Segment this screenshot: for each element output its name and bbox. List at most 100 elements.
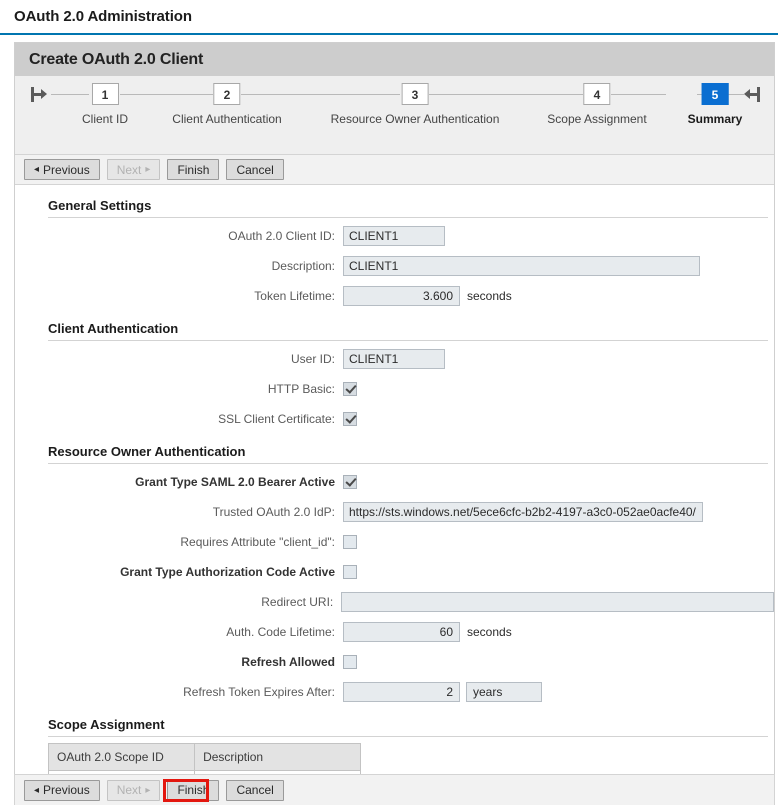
roadmap-step-5[interactable]: 5 Summary bbox=[688, 76, 743, 126]
app-header: OAuth 2.0 Administration bbox=[0, 0, 778, 35]
roadmap-step-3[interactable]: 3 Resource Owner Authentication bbox=[331, 76, 500, 126]
next-button-bottom-label: Next bbox=[117, 783, 142, 797]
user-id-label: User ID: bbox=[15, 352, 343, 366]
trusted-idp-field[interactable]: https://sts.windows.net/5ece6cfc-b2b2-41… bbox=[343, 502, 703, 522]
ssl-client-certificate-checkbox[interactable] bbox=[343, 412, 357, 426]
ssl-client-certificate-label: SSL Client Certificate: bbox=[15, 412, 343, 426]
roadmap-start-icon bbox=[31, 87, 47, 102]
cancel-button-top[interactable]: Cancel bbox=[226, 159, 283, 180]
roadmap-end-icon bbox=[744, 87, 760, 102]
row-requires-attribute: Requires Attribute "client_id": bbox=[15, 529, 774, 554]
summary-content: General Settings OAuth 2.0 Client ID: CL… bbox=[15, 185, 774, 798]
panel-header: Create OAuth 2.0 Client bbox=[15, 43, 774, 76]
section-title-client-auth: Client Authentication bbox=[15, 308, 774, 340]
auth-code-active-label: Grant Type Authorization Code Active bbox=[15, 565, 343, 579]
description-label: Description: bbox=[15, 259, 343, 273]
finish-button-top-label: Finish bbox=[177, 163, 209, 177]
redirect-uri-field[interactable] bbox=[341, 592, 774, 612]
refresh-allowed-checkbox[interactable] bbox=[343, 655, 357, 669]
token-lifetime-label: Token Lifetime: bbox=[15, 289, 343, 303]
finish-button-bottom[interactable]: Finish bbox=[167, 780, 219, 801]
auth-code-lifetime-label: Auth. Code Lifetime: bbox=[15, 625, 343, 639]
auth-code-lifetime-field[interactable]: 60 bbox=[343, 622, 460, 642]
row-client-id: OAuth 2.0 Client ID: CLIENT1 bbox=[15, 223, 774, 248]
previous-button-bottom-label: Previous bbox=[43, 783, 90, 797]
refresh-expires-label: Refresh Token Expires After: bbox=[15, 685, 343, 699]
row-token-lifetime: Token Lifetime: 3.600 seconds bbox=[15, 283, 774, 308]
panel-right-border bbox=[774, 47, 775, 805]
row-redirect-uri: Redirect URI: bbox=[15, 589, 774, 614]
saml-bearer-checkbox[interactable] bbox=[343, 475, 357, 489]
row-saml-bearer: Grant Type SAML 2.0 Bearer Active bbox=[15, 469, 774, 494]
http-basic-label: HTTP Basic: bbox=[15, 382, 343, 396]
saml-bearer-label: Grant Type SAML 2.0 Bearer Active bbox=[15, 475, 343, 489]
section-title-resource-owner: Resource Owner Authentication bbox=[15, 431, 774, 463]
roadmap-step-2[interactable]: 2 Client Authentication bbox=[172, 76, 281, 126]
cancel-button-bottom-label: Cancel bbox=[236, 783, 273, 797]
roadmap-step-2-label: Client Authentication bbox=[172, 112, 281, 126]
section-divider-client-auth bbox=[48, 340, 768, 341]
row-auth-code-lifetime: Auth. Code Lifetime: 60 seconds bbox=[15, 619, 774, 644]
client-id-field[interactable]: CLIENT1 bbox=[343, 226, 445, 246]
row-refresh-allowed: Refresh Allowed bbox=[15, 649, 774, 674]
refresh-expires-unit-field[interactable]: years bbox=[466, 682, 542, 702]
row-auth-code-active: Grant Type Authorization Code Active bbox=[15, 559, 774, 584]
chevron-right-icon: ▸ bbox=[145, 164, 150, 175]
finish-button-top[interactable]: Finish bbox=[167, 159, 219, 180]
finish-button-bottom-label: Finish bbox=[177, 783, 209, 797]
chevron-left-icon: ◂ bbox=[34, 164, 39, 175]
row-trusted-idp: Trusted OAuth 2.0 IdP: https://sts.windo… bbox=[15, 499, 774, 524]
cancel-button-bottom[interactable]: Cancel bbox=[226, 780, 283, 801]
http-basic-checkbox[interactable] bbox=[343, 382, 357, 396]
roadmap-step-5-number: 5 bbox=[701, 83, 728, 105]
panel-title: Create OAuth 2.0 Client bbox=[29, 51, 203, 69]
cancel-button-top-label: Cancel bbox=[236, 163, 273, 177]
redirect-uri-label: Redirect URI: bbox=[15, 595, 341, 609]
section-divider-general bbox=[48, 217, 768, 218]
previous-button-top-label: Previous bbox=[43, 163, 90, 177]
page-title: OAuth 2.0 Administration bbox=[14, 8, 192, 25]
roadmap-step-2-number: 2 bbox=[214, 83, 241, 105]
section-title-general: General Settings bbox=[15, 185, 774, 217]
roadmap-step-5-label: Summary bbox=[688, 112, 743, 126]
auth-code-lifetime-unit: seconds bbox=[467, 625, 512, 639]
token-lifetime-unit: seconds bbox=[467, 289, 512, 303]
user-id-field[interactable]: CLIENT1 bbox=[343, 349, 445, 369]
row-user-id: User ID: CLIENT1 bbox=[15, 346, 774, 371]
description-field[interactable]: CLIENT1 bbox=[343, 256, 700, 276]
refresh-expires-field[interactable]: 2 bbox=[343, 682, 460, 702]
roadmap-step-1-number: 1 bbox=[91, 83, 118, 105]
requires-attribute-checkbox[interactable] bbox=[343, 535, 357, 549]
chevron-right-icon: ▸ bbox=[145, 785, 150, 796]
requires-attribute-label: Requires Attribute "client_id": bbox=[15, 535, 343, 549]
next-button-bottom: Next ▸ bbox=[107, 780, 161, 801]
trusted-idp-label: Trusted OAuth 2.0 IdP: bbox=[15, 505, 343, 519]
previous-button-bottom[interactable]: ◂ Previous bbox=[24, 780, 100, 801]
client-id-label: OAuth 2.0 Client ID: bbox=[15, 229, 343, 243]
roadmap-step-4-number: 4 bbox=[584, 83, 611, 105]
section-title-scope: Scope Assignment bbox=[15, 704, 774, 736]
section-divider-resource-owner bbox=[48, 463, 768, 464]
next-button-top-label: Next bbox=[117, 163, 142, 177]
roadmap-step-4-label: Scope Assignment bbox=[547, 112, 646, 126]
column-header-description[interactable]: Description bbox=[195, 744, 361, 771]
refresh-allowed-label: Refresh Allowed bbox=[15, 655, 343, 669]
row-refresh-expires: Refresh Token Expires After: 2 years bbox=[15, 679, 774, 704]
create-client-panel: Create OAuth 2.0 Client 1 Client ID 2 Cl… bbox=[14, 42, 775, 798]
row-ssl-cert: SSL Client Certificate: bbox=[15, 406, 774, 431]
chevron-left-icon: ◂ bbox=[34, 785, 39, 796]
token-lifetime-field[interactable]: 3.600 bbox=[343, 286, 460, 306]
wizard-toolbar-bottom: ◂ Previous Next ▸ Finish Cancel bbox=[14, 774, 775, 805]
row-http-basic: HTTP Basic: bbox=[15, 376, 774, 401]
row-description: Description: CLIENT1 bbox=[15, 253, 774, 278]
section-divider-scope bbox=[48, 736, 768, 737]
auth-code-active-checkbox[interactable] bbox=[343, 565, 357, 579]
wizard-roadmap: 1 Client ID 2 Client Authentication 3 Re… bbox=[15, 76, 774, 154]
roadmap-step-3-label: Resource Owner Authentication bbox=[331, 112, 500, 126]
roadmap-step-1[interactable]: 1 Client ID bbox=[82, 76, 128, 126]
previous-button-top[interactable]: ◂ Previous bbox=[24, 159, 100, 180]
next-button-top: Next ▸ bbox=[107, 159, 161, 180]
column-header-scope-id[interactable]: OAuth 2.0 Scope ID bbox=[49, 744, 195, 771]
roadmap-step-4[interactable]: 4 Scope Assignment bbox=[547, 76, 646, 126]
roadmap-step-3-number: 3 bbox=[401, 83, 428, 105]
